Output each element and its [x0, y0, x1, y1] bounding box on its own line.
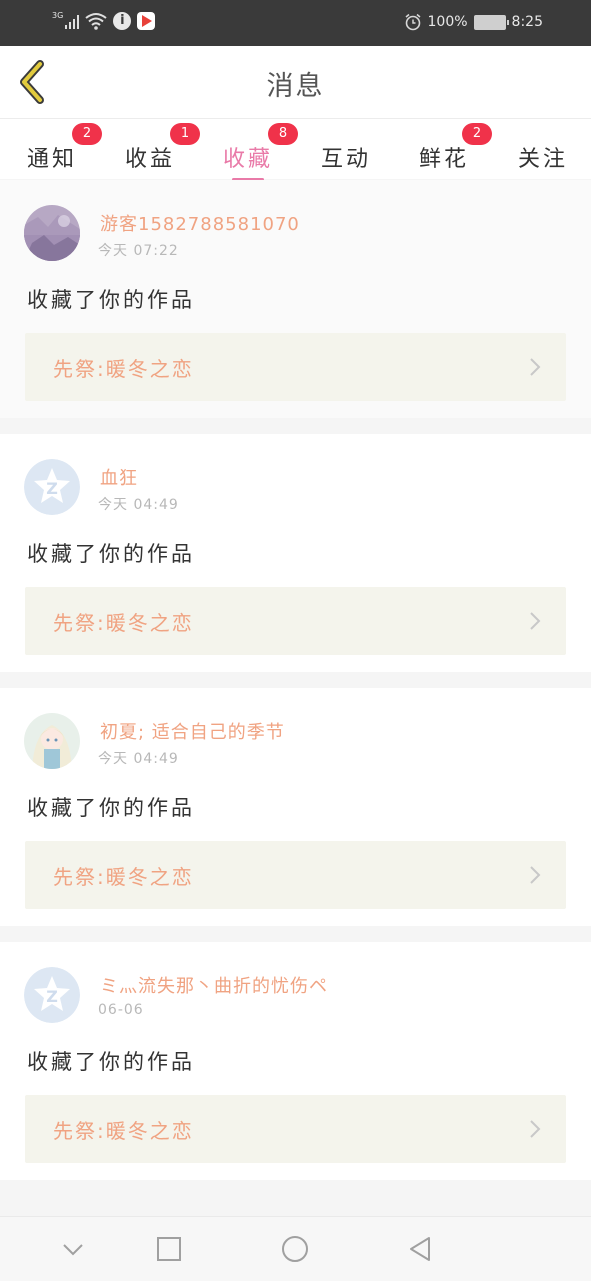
work-link[interactable]: 先祭:暖冬之恋 [25, 587, 566, 655]
video-app-icon [137, 12, 156, 30]
battery-percent: 100% [427, 14, 468, 30]
timestamp: 今天 04:49 [98, 751, 179, 767]
tab-earnings[interactable]: 收益 1 [110, 123, 200, 177]
action-text: 收藏了你的作品 [27, 796, 195, 820]
tab-label: 收益 [124, 147, 175, 172]
tab-favorites[interactable]: 收藏 8 [208, 123, 298, 181]
timestamp: 今天 04:49 [98, 497, 179, 513]
user-name[interactable]: 血狂 [100, 464, 138, 490]
chevron-down-icon [63, 1244, 83, 1256]
tab-label: 收藏 [222, 147, 273, 172]
user-name[interactable]: 初夏; 适合自己的季节 [100, 718, 285, 744]
tab-label: 互动 [320, 147, 371, 172]
avatar[interactable] [24, 205, 80, 261]
tab-badge: 8 [268, 123, 298, 145]
triangle-back-icon [410, 1237, 430, 1261]
status-bar: 3G i 100% 8:25 [0, 0, 591, 46]
tab-notifications[interactable]: 通知 2 [12, 123, 102, 177]
tab-interactions[interactable]: 互动 [306, 129, 386, 177]
chevron-right-icon [530, 358, 541, 376]
avatar[interactable]: Z [24, 459, 80, 515]
battery-icon [473, 14, 509, 30]
tab-badge: 1 [170, 123, 200, 145]
work-link[interactable]: 先祭:暖冬之恋 [25, 1095, 566, 1163]
square-icon [157, 1237, 181, 1261]
message-card: 游客1582788581070 今天 07:22 收藏了你的作品 先祭:暖冬之恋 [0, 180, 591, 418]
tab-bar: 通知 2 收益 1 收藏 8 互动 鲜花 2 关注 [0, 119, 591, 181]
tab-badge: 2 [72, 123, 102, 145]
default-avatar-icon: Z [24, 459, 80, 515]
timestamp: 今天 07:22 [98, 243, 179, 259]
user-photo-avatar-icon [24, 205, 80, 261]
user-name[interactable]: 游客1582788581070 [100, 210, 300, 236]
tab-flowers[interactable]: 鲜花 2 [404, 123, 492, 177]
timestamp: 06-06 [98, 1002, 144, 1018]
page-title: 消息 [266, 71, 325, 102]
signal-icon [65, 13, 80, 29]
status-left: 3G i [52, 10, 156, 30]
hide-keyboard-button[interactable] [57, 1233, 89, 1265]
circle-icon [282, 1236, 308, 1262]
info-icon: i [113, 12, 132, 30]
tab-label: 通知 [26, 147, 77, 172]
action-text: 收藏了你的作品 [27, 288, 195, 312]
user-name[interactable]: ミ灬流失那丶曲折的忧伤ペ [100, 972, 328, 998]
tab-follows[interactable]: 关注 [503, 129, 583, 177]
chevron-right-icon [530, 612, 541, 630]
work-link[interactable]: 先祭:暖冬之恋 [25, 841, 566, 909]
chevron-right-icon [530, 866, 541, 884]
work-link[interactable]: 先祭:暖冬之恋 [25, 333, 566, 401]
default-avatar-icon: Z [24, 967, 80, 1023]
action-text: 收藏了你的作品 [27, 542, 195, 566]
work-title: 先祭:暖冬之恋 [53, 865, 194, 889]
tab-label: 关注 [517, 147, 568, 172]
tab-badge: 2 [462, 123, 492, 145]
wifi-icon [85, 13, 107, 30]
avatar[interactable]: Z [24, 967, 80, 1023]
work-title: 先祭:暖冬之恋 [53, 611, 194, 635]
home-button[interactable] [279, 1233, 311, 1265]
status-right: 100% 8:25 [404, 13, 543, 31]
system-nav-bar [0, 1216, 591, 1281]
anime-girl-avatar-icon [24, 713, 80, 769]
back-nav-button[interactable] [404, 1233, 436, 1265]
recent-apps-button[interactable] [153, 1233, 185, 1265]
avatar[interactable] [24, 713, 80, 769]
message-card: Z ミ灬流失那丶曲折的忧伤ペ 06-06 收藏了你的作品 先祭:暖冬之恋 [0, 942, 591, 1180]
alarm-icon [405, 13, 420, 31]
work-title: 先祭:暖冬之恋 [53, 1119, 194, 1143]
tab-label: 鲜花 [418, 147, 469, 172]
message-card: 初夏; 适合自己的季节 今天 04:49 收藏了你的作品 先祭:暖冬之恋 [0, 688, 591, 926]
network-type: 3G [52, 10, 64, 20]
clock: 8:25 [511, 14, 543, 30]
svg-text:Z: Z [46, 479, 58, 498]
chevron-right-icon [530, 1120, 541, 1138]
action-text: 收藏了你的作品 [27, 1050, 195, 1074]
work-title: 先祭:暖冬之恋 [53, 357, 194, 381]
header: 消息 [0, 46, 591, 119]
svg-text:Z: Z [46, 987, 58, 1006]
message-card: Z 血狂 今天 04:49 收藏了你的作品 先祭:暖冬之恋 [0, 434, 591, 672]
